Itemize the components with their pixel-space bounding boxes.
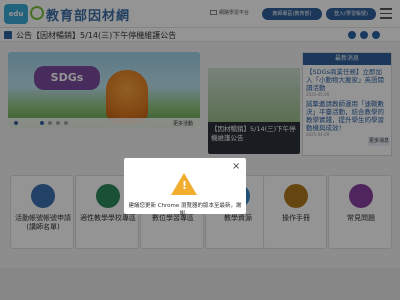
close-icon[interactable]: × (232, 162, 240, 172)
browser-warning-dialog: × ! 建議您更新 Chrome 瀏覽器的版本至最新，謝謝。 (124, 158, 246, 217)
modal-overlay[interactable] (0, 0, 400, 300)
dialog-message: 建議您更新 Chrome 瀏覽器的版本至最新，謝謝。 (128, 203, 242, 217)
warning-icon-mark: ! (182, 179, 188, 192)
